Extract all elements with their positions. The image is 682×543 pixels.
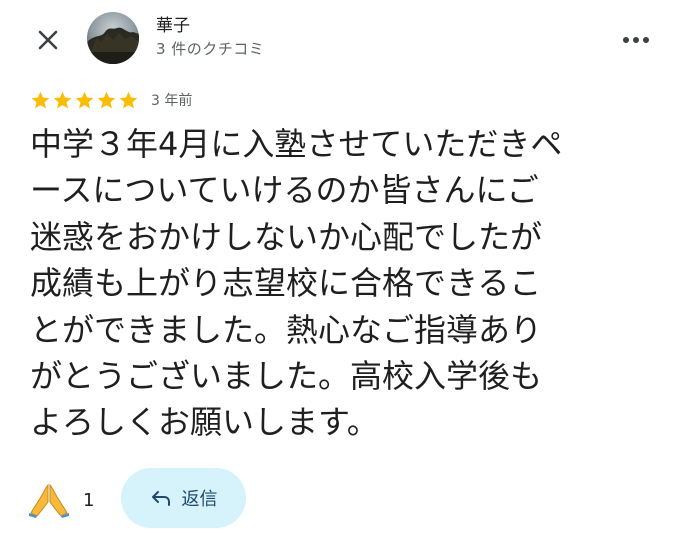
review-text-line: 中学３年4月に入塾させていただきペ xyxy=(30,125,563,163)
close-button[interactable] xyxy=(28,20,68,60)
avatar-image xyxy=(87,12,139,64)
rating-row: 3 年前 xyxy=(30,89,192,111)
avatar[interactable] xyxy=(87,12,139,64)
reaction-count: 1 xyxy=(83,489,95,511)
more-options-button[interactable] xyxy=(618,22,654,58)
star-icon xyxy=(53,91,72,108)
review-text-line: よろしくお願いします。 xyxy=(30,403,379,442)
review-header: 華子 3 件のクチコミ xyxy=(0,0,682,84)
review-text-line: 成績も上がり志望校に合格できるこ xyxy=(30,264,542,303)
review-text-line: ースについていけるのか皆さんにご xyxy=(30,171,539,210)
reply-button[interactable]: 返信 xyxy=(121,468,246,528)
star-rating xyxy=(30,90,139,111)
review-date: 3 年前 xyxy=(151,93,193,109)
folded-hands-icon xyxy=(29,483,69,518)
reaction-button[interactable]: 1 xyxy=(29,478,94,522)
star-icon xyxy=(97,91,116,108)
review-text: 中学３年4月に入塾させていただきペ ースについていけるのか皆さんにご 迷惑をおかけし… xyxy=(30,121,660,446)
review-text-line: 迷惑をおかけしないか心配でしたが xyxy=(30,217,543,256)
close-icon xyxy=(38,30,58,50)
star-icon xyxy=(119,91,138,108)
review-count: 3 件のクチコミ xyxy=(156,40,265,58)
reply-label: 返信 xyxy=(181,489,218,510)
star-icon xyxy=(31,91,50,108)
review-text-line: とができました。熱心なご指導あり xyxy=(30,310,543,349)
reply-icon xyxy=(151,491,170,506)
reviewer-name[interactable]: 華子 xyxy=(156,11,190,36)
star-icon xyxy=(75,91,94,108)
review-text-line: がとうございました。高校入学後も xyxy=(30,357,543,396)
more-vert-icon xyxy=(623,37,649,43)
